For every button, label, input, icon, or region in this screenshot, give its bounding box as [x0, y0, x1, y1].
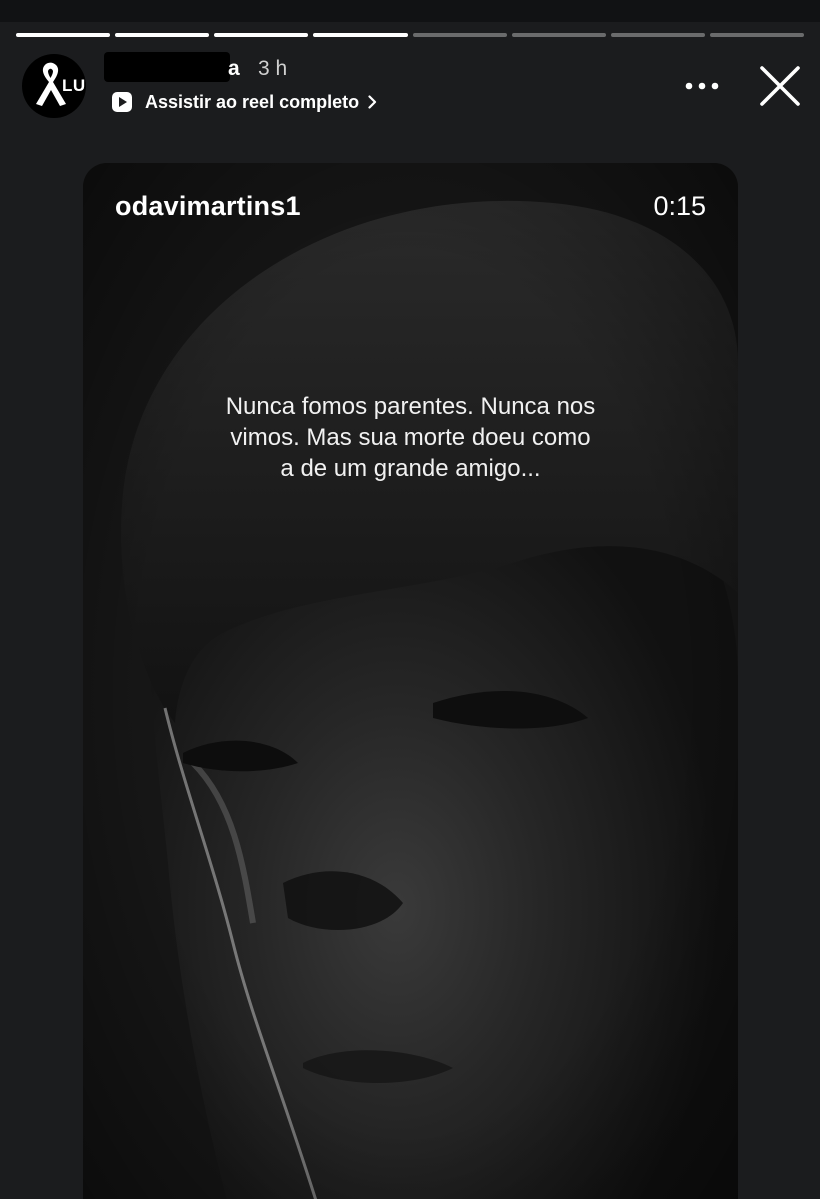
close-button[interactable] — [756, 62, 804, 110]
caption-line: vimos. Mas sua morte doeu como — [230, 424, 591, 451]
progress-segment — [610, 33, 705, 37]
watch-full-reel-link[interactable]: Assistir ao reel completo — [112, 90, 377, 114]
reel-duration: 0:15 — [653, 191, 706, 221]
progress-segment-fill — [16, 33, 111, 37]
reel-thumbnail-image — [83, 163, 738, 1199]
reel-play-icon — [112, 92, 132, 112]
chevron-right-icon — [368, 95, 377, 109]
avatar[interactable]: LUTO — [22, 54, 86, 118]
progress-segment-fill — [115, 33, 210, 37]
caption-line: Nunca fomos parentes. Nunca nos — [225, 393, 596, 420]
close-icon — [760, 66, 800, 106]
progress-segment — [313, 33, 408, 37]
watch-full-reel-label: Assistir ao reel completo — [145, 91, 360, 112]
progress-segment — [511, 33, 606, 37]
progress-segment — [412, 33, 507, 37]
progress-segment — [115, 33, 210, 37]
reel-caption: Nunca fomos parentes. Nunca nos vimos. M… — [143, 391, 678, 484]
progress-segment-fill — [313, 33, 408, 37]
story-viewer: LUTO a 3 h Assistir ao reel completo — [0, 0, 820, 1199]
progress-segment — [709, 33, 804, 37]
story-progress-bar — [16, 33, 804, 37]
progress-segment — [214, 33, 309, 37]
status-bar-area — [0, 0, 820, 22]
redacted-username — [104, 52, 230, 82]
progress-segment-fill — [214, 33, 309, 37]
caption-line: a de um grande amigo... — [280, 455, 541, 482]
more-options-button[interactable] — [682, 72, 722, 100]
timestamp: 3 h — [258, 57, 288, 80]
username-tail[interactable]: a — [228, 57, 240, 81]
avatar-label: LUTO — [62, 76, 86, 95]
more-horizontal-icon — [685, 82, 719, 90]
progress-segment — [16, 33, 111, 37]
reel-author[interactable]: odavimartins1 — [115, 191, 301, 222]
reel-preview-card[interactable]: odavimartins1 0:15 Nunca fomos parentes.… — [83, 163, 738, 1199]
